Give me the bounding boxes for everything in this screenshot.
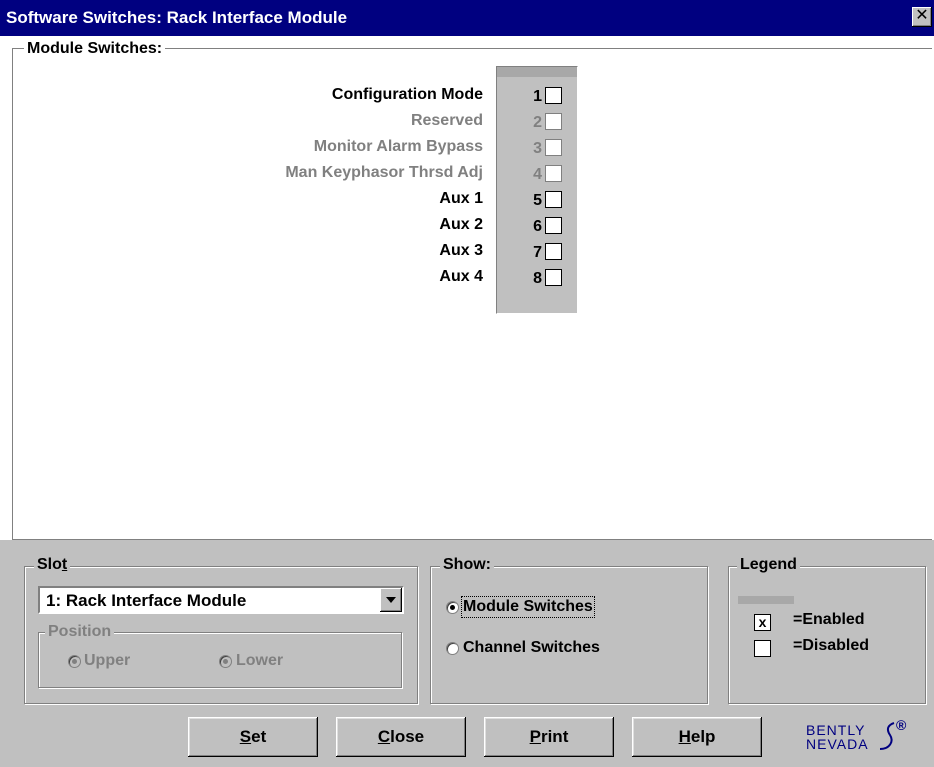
radio-dot-icon: [72, 659, 77, 664]
show-group: [430, 566, 708, 704]
legend-enabled-label: =Enabled: [793, 611, 865, 628]
switch-label-2: Reserved: [410, 112, 483, 129]
switch-label-7: Aux 3: [439, 242, 483, 259]
radio-lower: [219, 655, 232, 668]
window-title: Software Switches: Rack Interface Module: [6, 8, 348, 27]
switch-checkbox-1[interactable]: [545, 87, 562, 104]
slot-dropdown[interactable]: 1: Rack Interface Module: [38, 586, 404, 614]
switch-number-8: 8: [533, 270, 542, 287]
switch-checkbox-6[interactable]: [545, 217, 562, 234]
logo-swoosh-icon: [879, 722, 895, 750]
radio-dot-icon: [450, 605, 455, 610]
switch-number-2: 2: [533, 114, 542, 131]
legend-enabled-box: x: [754, 614, 771, 631]
radio-upper: [68, 655, 81, 668]
switch-checkbox-2: [545, 113, 562, 130]
radio-dot-icon: [223, 659, 228, 664]
switch-number-1: 1: [533, 88, 542, 105]
switch-checkbox-4: [545, 165, 562, 182]
print-button[interactable]: Print: [484, 717, 614, 757]
title-bar: Software Switches: Rack Interface Module…: [0, 0, 934, 36]
switch-checkbox-5[interactable]: [545, 191, 562, 208]
radio-lower-label: Lower: [236, 652, 284, 669]
radio-module-switches-label[interactable]: Module Switches: [461, 596, 595, 618]
switch-number-4: 4: [533, 166, 542, 183]
logo-line1: BENTLY: [806, 722, 866, 738]
set-button[interactable]: Set: [188, 717, 318, 757]
module-switches-title: Module Switches:: [24, 40, 166, 58]
switch-label-1: Configuration Mode: [331, 86, 483, 103]
switch-label-3: Monitor Alarm Bypass: [313, 138, 483, 155]
position-group-title: Position: [45, 623, 115, 641]
slot-dropdown-value: 1: Rack Interface Module: [46, 591, 247, 610]
switch-number-5: 5: [533, 192, 542, 209]
bently-nevada-logo: BENTLY NEVADA ®: [806, 717, 916, 757]
radio-channel-switches[interactable]: [446, 642, 459, 655]
radio-upper-label: Upper: [84, 652, 131, 669]
switch-number-6: 6: [533, 218, 542, 235]
slot-group-title: Slot: [34, 556, 71, 574]
help-button[interactable]: Help: [632, 717, 762, 757]
logo-line2: NEVADA: [806, 736, 869, 752]
switch-label-8: Aux 4: [439, 268, 483, 285]
chevron-down-icon: [386, 597, 396, 603]
radio-channel-switches-label[interactable]: Channel Switches: [463, 639, 600, 657]
dropdown-button[interactable]: [380, 588, 402, 612]
switch-number-7: 7: [533, 244, 542, 261]
legend-group-title: Legend: [737, 556, 800, 574]
check-x-icon: x: [758, 614, 767, 630]
legend-disabled-label: =Disabled: [793, 637, 870, 654]
close-button[interactable]: Close: [336, 717, 466, 757]
legend-panel: [738, 596, 794, 676]
switch-checkbox-8[interactable]: [545, 269, 562, 286]
registered-mark: ®: [896, 717, 907, 733]
switch-number-3: 3: [533, 140, 542, 157]
dialog-window: Software Switches: Rack Interface Module…: [0, 0, 934, 767]
close-window-button[interactable]: ✕: [912, 7, 932, 27]
legend-disabled-box: [754, 640, 771, 657]
show-group-title: Show:: [440, 556, 494, 574]
switch-checkbox-7[interactable]: [545, 243, 562, 260]
switch-panel-header: [497, 67, 577, 77]
switch-label-6: Aux 2: [439, 216, 483, 233]
switch-label-5: Aux 1: [439, 190, 483, 207]
close-icon: ✕: [915, 7, 929, 24]
radio-module-switches[interactable]: [446, 601, 459, 614]
switch-label-4: Man Keyphasor Thrsd Adj: [285, 164, 483, 181]
switch-checkbox-3: [545, 139, 562, 156]
